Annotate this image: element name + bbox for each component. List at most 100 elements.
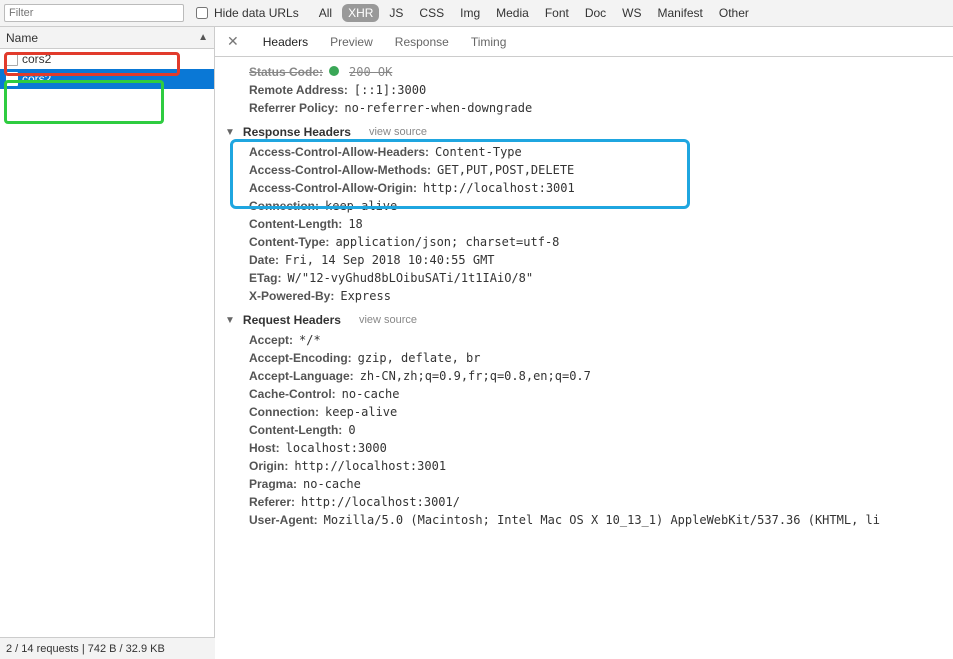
header-value: */* (299, 333, 321, 347)
disclosure-triangle-icon[interactable]: ▼ (225, 315, 235, 326)
status-code-value: 200 OK (349, 65, 392, 79)
status-code-row: Status Code: 200 OK (249, 63, 943, 81)
detail-tab-timing[interactable]: Timing (469, 29, 509, 55)
type-tab-css[interactable]: CSS (413, 4, 450, 22)
header-row: Connection: keep-alive (249, 197, 943, 215)
header-key: Content-Length: (249, 423, 342, 437)
type-tab-other[interactable]: Other (713, 4, 755, 22)
header-value: no-cache (303, 477, 361, 491)
headers-content: Status Code: 200 OK Remote Address: [::1… (215, 57, 953, 549)
request-headers-section: ▼ Request Headers view source Accept:*/*… (225, 307, 943, 529)
header-row: Accept-Language: zh-CN,zh;q=0.9,fr;q=0.8,… (249, 367, 943, 385)
header-value: GET,PUT,POST,DELETE (437, 163, 574, 177)
request-item[interactable]: cors2 (0, 49, 214, 69)
detail-tab-preview[interactable]: Preview (328, 29, 375, 55)
response-headers-section: ▼ Response Headers view source Access-Co… (225, 119, 943, 305)
header-key: Access-Control-Allow-Methods: (249, 163, 431, 177)
header-row: Access-Control-Allow-Methods: GET,PUT,POS… (249, 161, 943, 179)
remote-address-label: Remote Address: (249, 83, 348, 97)
header-value: keep-alive (325, 199, 397, 213)
header-row: Host: localhost:3000 (249, 439, 943, 457)
type-tab-all[interactable]: All (313, 4, 338, 22)
request-headers-title[interactable]: ▼ Request Headers view source (225, 307, 943, 331)
name-column-label: Name (6, 31, 38, 45)
detail-tab-response[interactable]: Response (393, 29, 451, 55)
document-icon (6, 52, 18, 66)
header-key: Accept-Encoding: (249, 351, 352, 365)
type-tab-font[interactable]: Font (539, 4, 575, 22)
header-key: X-Powered-By: (249, 289, 334, 303)
header-key: Accept-Language: (249, 369, 354, 383)
details-tabs: ✕ Headers Preview Response Timing (215, 27, 953, 57)
disclosure-triangle-icon[interactable]: ▼ (225, 127, 235, 138)
header-value: 0 (348, 423, 355, 437)
request-headers-label: Request Headers (243, 313, 341, 327)
header-value: Express (340, 289, 391, 303)
header-row: Cache-Control: no-cache (249, 385, 943, 403)
remote-address-value: [::1]:3000 (354, 83, 426, 97)
status-bar-text: 2 / 14 requests | 742 B / 32.9 KB (6, 643, 165, 655)
remote-address-row: Remote Address: [::1]:3000 (249, 81, 943, 99)
header-row: Origin: http://localhost:3001 (249, 457, 943, 475)
header-key: Origin: (249, 459, 288, 473)
hide-data-urls-label: Hide data URLs (214, 6, 299, 20)
header-key: Connection: (249, 199, 319, 213)
close-icon[interactable]: ✕ (223, 33, 243, 50)
details-panel: ✕ Headers Preview Response Timing Status Co… (215, 27, 953, 637)
header-row: Accept:*/* (249, 331, 943, 349)
header-value: no-cache (342, 387, 400, 401)
type-tab-manifest[interactable]: Manifest (652, 4, 709, 22)
header-value: http://localhost:3001 (423, 181, 575, 195)
header-key: Host: (249, 441, 280, 455)
type-tab-xhr[interactable]: XHR (342, 4, 379, 22)
header-key: Content-Length: (249, 217, 342, 231)
view-source-link[interactable]: view source (369, 126, 427, 138)
header-value: Mozilla/5.0 (Macintosh; Intel Mac OS X 1… (324, 513, 880, 527)
header-row: X-Powered-By: Express (249, 287, 943, 305)
request-type-tabs: AllXHRJSCSSImgMediaFontDocWS ManifestOthe… (313, 4, 755, 22)
general-section: Status Code: 200 OK Remote Address: [::1… (249, 63, 943, 117)
header-value: localhost:3000 (286, 441, 387, 455)
header-value: keep-alive (325, 405, 397, 419)
top-toolbar: Hide data URLs AllXHRJSCSSImgMediaFontDo… (0, 0, 953, 27)
header-key: ETag: (249, 271, 281, 285)
header-key: Cache-Control: (249, 387, 336, 401)
referrer-policy-value: no-referrer-when-downgrade (344, 101, 532, 115)
type-tab-doc[interactable]: Doc (579, 4, 612, 22)
header-row: ETag:W/"12-vyGhud8bLOibuSATi/1t1IAiO/8" (249, 269, 943, 287)
main-area: Name ▲ cors2 cors2 ✕ Headers Preview Respon… (0, 27, 953, 637)
header-value: Content-Type (435, 145, 522, 159)
header-key: Access-Control-Allow-Headers: (249, 145, 429, 159)
header-row: Connection:keep-alive (249, 403, 943, 421)
type-tab-img[interactable]: Img (454, 4, 486, 22)
view-source-link[interactable]: view source (359, 314, 417, 326)
referrer-policy-label: Referrer Policy: (249, 101, 338, 115)
header-value: 18 (348, 217, 362, 231)
request-list-panel: Name ▲ cors2 cors2 (0, 27, 215, 637)
name-column-header[interactable]: Name ▲ (0, 27, 214, 49)
response-headers-title[interactable]: ▼ Response Headers view source (225, 119, 943, 143)
request-item[interactable]: cors2 (0, 69, 214, 89)
header-key: Content-Type: (249, 235, 329, 249)
document-icon (6, 72, 18, 86)
status-bar: 2 / 14 requests | 742 B / 32.9 KB (0, 637, 215, 659)
header-row: Access-Control-Allow-Headers: Content-Typ… (249, 143, 943, 161)
header-row: Pragma: no-cache (249, 475, 943, 493)
type-tab-media[interactable]: Media (490, 4, 535, 22)
filter-input[interactable] (4, 4, 184, 22)
header-value: zh-CN,zh;q=0.9,fr;q=0.8,en;q=0.7 (360, 369, 591, 383)
header-row: Referer:http://localhost:3001/ (249, 493, 943, 511)
response-headers-label: Response Headers (243, 125, 351, 139)
type-tab-js[interactable]: JS (383, 4, 409, 22)
header-row: Content-Type:application/json; charset=u… (249, 233, 943, 251)
header-value: http://localhost:3001/ (301, 495, 460, 509)
type-tab-ws[interactable]: WS (616, 4, 647, 22)
header-key: Pragma: (249, 477, 297, 491)
request-list: cors2 cors2 (0, 49, 214, 89)
detail-tab-headers[interactable]: Headers (261, 29, 310, 55)
sort-ascending-icon: ▲ (198, 32, 208, 43)
header-value: http://localhost:3001 (294, 459, 446, 473)
header-row: User-Agent:Mozilla/5.0 (Macintosh; Intel… (249, 511, 943, 529)
hide-data-urls-checkbox[interactable] (196, 7, 208, 19)
request-item-label: cors2 (22, 52, 51, 66)
